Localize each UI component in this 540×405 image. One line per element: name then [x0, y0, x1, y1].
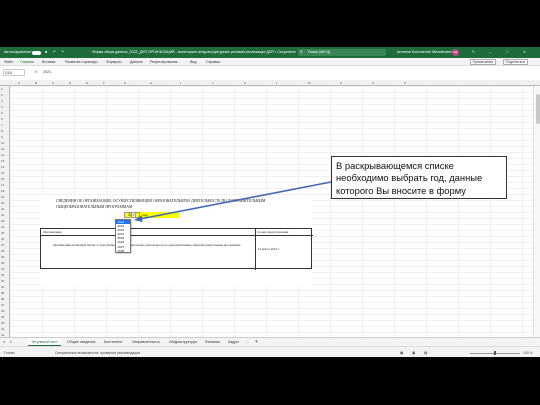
sheet-tab-infrastructure[interactable]: Инфраструктура [166, 338, 200, 346]
zoom-level[interactable]: 100 % [523, 351, 533, 355]
more-sheets[interactable]: ... [243, 338, 252, 346]
instruction-callout: В раскрывающемся списке необходимо выбра… [331, 156, 507, 199]
sheet-tab-staff[interactable]: Кадры [225, 338, 242, 346]
callout-arrow [134, 181, 332, 222]
page-layout-icon[interactable]: ▣ [412, 351, 415, 355]
prev-sheet-icon[interactable]: ◂ [3, 339, 5, 344]
sheet-tab-finance[interactable]: Финансы [202, 338, 223, 346]
scrollbar-thumb[interactable] [535, 94, 540, 124]
sheet-tabs-bar: ◂ ▸ Титульный лист Общие сведения Контин… [0, 337, 540, 346]
excel-window: Автосохранение ■ ↶ ↷ Форма сбора данных_… [0, 47, 540, 357]
status-ready: Готово [4, 351, 15, 355]
page-break-icon[interactable]: ▤ [424, 351, 427, 355]
sheet-tab-general[interactable]: Общие сведения [64, 338, 98, 346]
add-sheet-button[interactable]: + [252, 338, 261, 346]
zoom-slider-knob[interactable] [494, 351, 496, 355]
next-sheet-icon[interactable]: ▸ [10, 339, 12, 344]
normal-view-icon[interactable]: ▦ [400, 351, 403, 355]
vertical-scrollbar[interactable] [533, 86, 540, 337]
status-bar: Готово Специальные возможности: проверьт… [0, 346, 540, 357]
sheet-tab-title[interactable]: Титульный лист [28, 338, 61, 346]
sheet-tab-focus[interactable]: Направленность [129, 338, 163, 346]
accessibility-status[interactable]: Специальные возможности: проверьте реком… [55, 351, 140, 355]
sheet-tab-contingent[interactable]: Контингент [101, 338, 126, 346]
